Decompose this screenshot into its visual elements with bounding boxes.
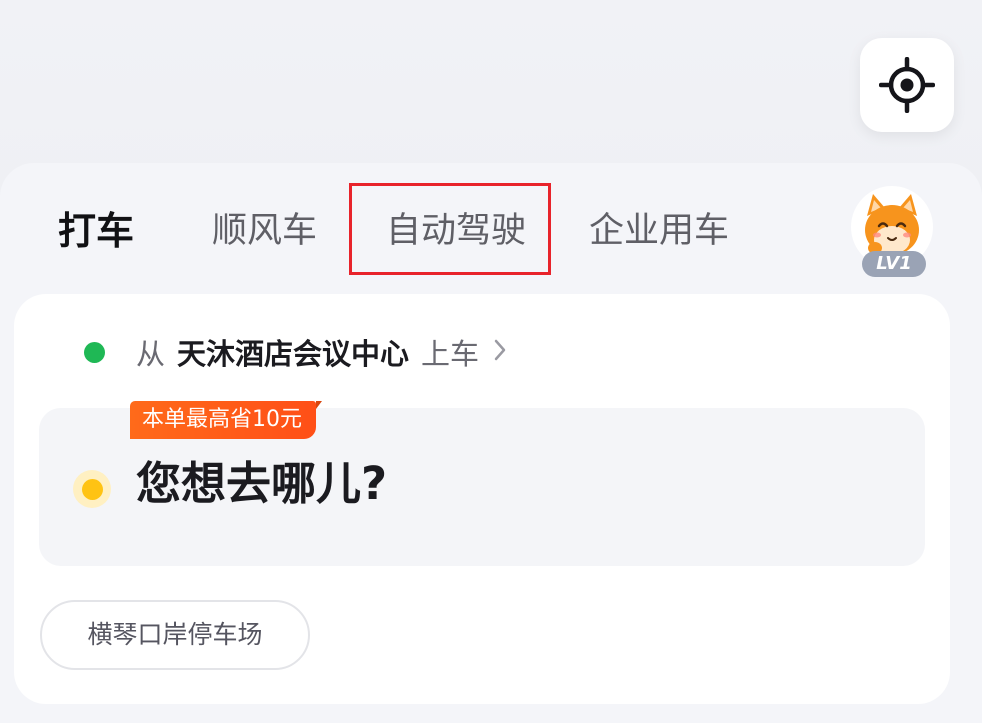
chevron-right-icon [493, 335, 507, 369]
tab-taxi[interactable]: 打车 [58, 205, 142, 261]
destination-dot-icon [73, 470, 111, 508]
promo-badge: 本单最高省10元 [130, 401, 322, 439]
tab-taxi-label: 打车 [58, 209, 135, 253]
crosshair-locate-icon [879, 57, 935, 113]
suggestion-chip[interactable]: 横琴口岸停车场 [40, 600, 310, 670]
highlight-annotation-box [349, 183, 551, 275]
pickup-location-row[interactable]: 从 天沐酒店会议中心 上车 [84, 330, 507, 374]
tab-enterprise[interactable]: 企业用车 [589, 205, 729, 261]
destination-dot-core [81, 478, 103, 500]
pickup-suffix: 上车 [421, 337, 480, 371]
destination-placeholder[interactable]: 您想去哪儿? [136, 452, 387, 516]
locate-button[interactable] [860, 38, 954, 132]
level-badge: LV1 [862, 251, 926, 277]
tab-carpool[interactable]: 顺风车 [212, 205, 317, 261]
pickup-location-name: 天沐酒店会议中心 [177, 337, 410, 371]
pickup-prefix: 从 [136, 337, 166, 371]
pickup-dot-icon [84, 341, 105, 363]
